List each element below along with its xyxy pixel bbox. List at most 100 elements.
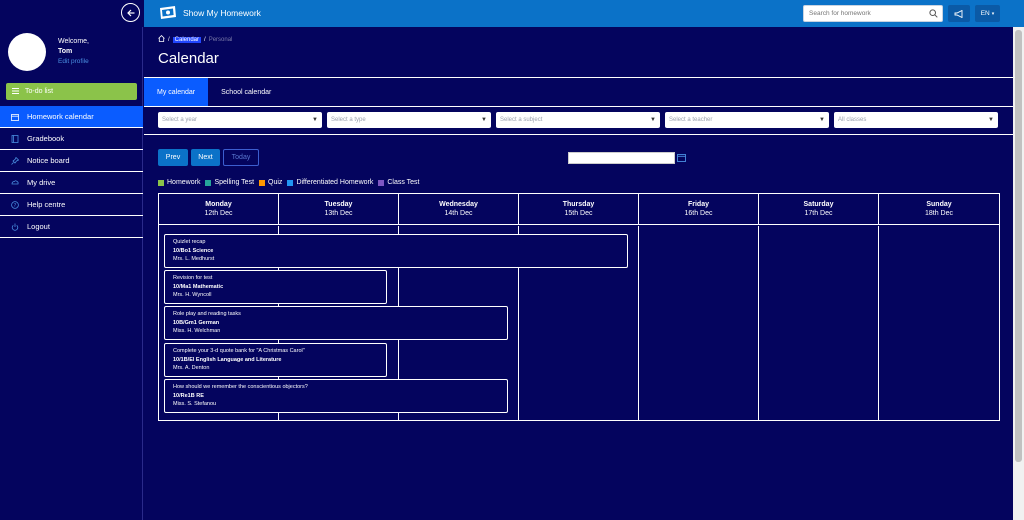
event-teacher: Mrs. A. Denton <box>173 365 210 371</box>
sidebar-item-gradebook[interactable]: Gradebook <box>0 128 143 150</box>
legend-swatch <box>259 179 266 186</box>
day-column[interactable] <box>639 226 759 420</box>
todo-list-button[interactable]: To-do list <box>6 83 137 100</box>
event-teacher: Mrs. H. Wyncoll <box>173 292 212 298</box>
event-title: Role play and reading tasks <box>173 311 241 317</box>
classes-select[interactable]: All classes ▼ <box>834 112 998 128</box>
event-class: 10/Bo1 Science <box>173 247 214 254</box>
sidebar-item-notice-board[interactable]: Notice board <box>0 150 143 172</box>
todo-list-label: To-do list <box>25 88 54 95</box>
legend-swatch <box>205 179 212 186</box>
day-header: Saturday 17th Dec <box>759 194 879 225</box>
type-select[interactable]: Select a type ▼ <box>327 112 491 128</box>
day-date: 12th Dec <box>204 210 233 217</box>
day-name: Tuesday <box>324 201 353 208</box>
day-name: Saturday <box>803 201 834 208</box>
power-icon <box>11 223 19 231</box>
search-icon[interactable] <box>929 9 938 20</box>
day-date: 15th Dec <box>564 210 593 217</box>
breadcrumb-personal[interactable]: Personal <box>209 37 233 43</box>
prev-button[interactable]: Prev <box>158 149 188 166</box>
avatar[interactable] <box>8 33 46 71</box>
date-picker-input[interactable] <box>568 152 675 164</box>
caret-down-icon: ▼ <box>988 117 994 123</box>
tab-my-calendar[interactable]: My calendar <box>144 78 209 106</box>
calendar-event[interactable]: How should we remember the conscientious… <box>164 379 508 413</box>
sidebar-item-label: My drive <box>27 178 56 187</box>
scrollbar-thumb[interactable] <box>1015 30 1022 462</box>
list-icon <box>12 87 19 96</box>
today-button[interactable]: Today <box>223 149 259 166</box>
event-class: 10B/Gm1 German <box>173 319 220 326</box>
scrollbar[interactable] <box>1013 27 1024 520</box>
sidebar-item-logout[interactable]: Logout <box>0 216 143 238</box>
day-date: 14th Dec <box>444 210 473 217</box>
calendar-event[interactable]: Complete your 3-d quote bank for "A Chri… <box>164 343 387 377</box>
search-input[interactable] <box>804 6 924 21</box>
day-header: Thursday 15th Dec <box>519 194 639 225</box>
home-icon[interactable] <box>158 35 165 44</box>
day-header: Tuesday 13th Dec <box>279 194 399 225</box>
breadcrumb-calendar[interactable]: Calendar <box>172 36 202 43</box>
legend-label: Spelling Test <box>214 179 255 186</box>
day-name: Sunday <box>926 201 952 208</box>
svg-text:?: ? <box>14 202 17 208</box>
pin-icon <box>11 156 19 165</box>
teacher-select[interactable]: Select a teacher ▼ <box>665 112 829 128</box>
event-title: How should we remember the conscientious… <box>173 384 308 390</box>
calendar-tabs: My calendar School calendar <box>144 78 284 106</box>
caret-down-icon: ▼ <box>819 117 825 123</box>
day-column[interactable] <box>759 226 879 420</box>
subject-select[interactable]: Select a subject ▼ <box>496 112 660 128</box>
breadcrumb: / Calendar / Personal <box>158 35 232 44</box>
day-column[interactable] <box>879 226 999 420</box>
announcement-button[interactable] <box>948 5 970 22</box>
legend-label: Quiz <box>268 179 283 186</box>
legend-swatch <box>158 179 164 186</box>
legend: Homework Spelling Test Quiz Differentiat… <box>158 179 420 186</box>
select-placeholder: Select a teacher <box>669 117 713 123</box>
calendar-icon[interactable] <box>677 153 686 164</box>
event-class: 10/1B/El English Language and Literature <box>173 356 282 363</box>
caret-down-icon: ▼ <box>650 117 656 123</box>
divider <box>144 134 1013 135</box>
sidebar-item-label: Gradebook <box>27 134 65 143</box>
next-button[interactable]: Next <box>191 149 220 166</box>
select-placeholder: Select a subject <box>500 117 543 123</box>
day-date: 16th Dec <box>684 210 713 217</box>
tab-school-calendar[interactable]: School calendar <box>208 78 284 106</box>
legend-swatch <box>287 179 294 186</box>
app-logo[interactable] <box>158 5 178 21</box>
calendar-event[interactable]: Quizlet recap 10/Bo1 Science Mrs. L. Med… <box>164 234 628 268</box>
help-icon: ? <box>11 200 19 209</box>
search-box <box>803 5 943 22</box>
welcome-text: Welcome, <box>58 38 89 45</box>
day-name: Friday <box>687 201 709 208</box>
calendar-event[interactable]: Role play and reading tasks 10B/Gm1 Germ… <box>164 306 508 340</box>
sidebar-item-homework-calendar[interactable]: Homework calendar <box>0 106 143 128</box>
legend-item-quiz: Quiz <box>259 179 282 186</box>
day-name: Wednesday <box>439 201 478 208</box>
calendar-header: Monday 12th Dec Tuesday 13th Dec Wednesday… <box>159 194 999 225</box>
sidebar-item-label: Help centre <box>27 200 66 209</box>
language-selector[interactable]: EN ▾ <box>975 5 1000 22</box>
calendar-icon <box>11 113 19 121</box>
select-placeholder: All classes <box>838 117 867 123</box>
divider <box>144 106 1013 107</box>
event-teacher: Miss. S. Stefanou <box>173 401 217 407</box>
sidebar-item-help-centre[interactable]: ? Help centre <box>0 194 143 216</box>
filter-bar: Select a year ▼ Select a type ▼ Select a s… <box>158 112 998 128</box>
calendar-event[interactable]: Revision for test 10/Ma1 Mathematic Mrs.… <box>164 270 387 304</box>
legend-item-differentiated-homework: Differentiated Homework <box>287 179 373 186</box>
event-class: 10/Ma1 Mathematic <box>173 283 224 290</box>
language-label: EN <box>980 10 990 17</box>
collapse-sidebar-button[interactable] <box>121 3 140 22</box>
edit-profile-link[interactable]: Edit profile <box>58 58 89 65</box>
day-header: Friday 16th Dec <box>639 194 759 225</box>
year-select[interactable]: Select a year ▼ <box>158 112 322 128</box>
legend-label: Differentiated Homework <box>296 179 374 186</box>
week-calendar: Monday 12th Dec Tuesday 13th Dec Wednesday… <box>158 193 1000 421</box>
sidebar-item-my-drive[interactable]: My drive <box>0 172 143 194</box>
caret-down-icon: ▼ <box>481 117 487 123</box>
main-content: / Calendar / Personal Calendar My calend… <box>144 27 1013 520</box>
